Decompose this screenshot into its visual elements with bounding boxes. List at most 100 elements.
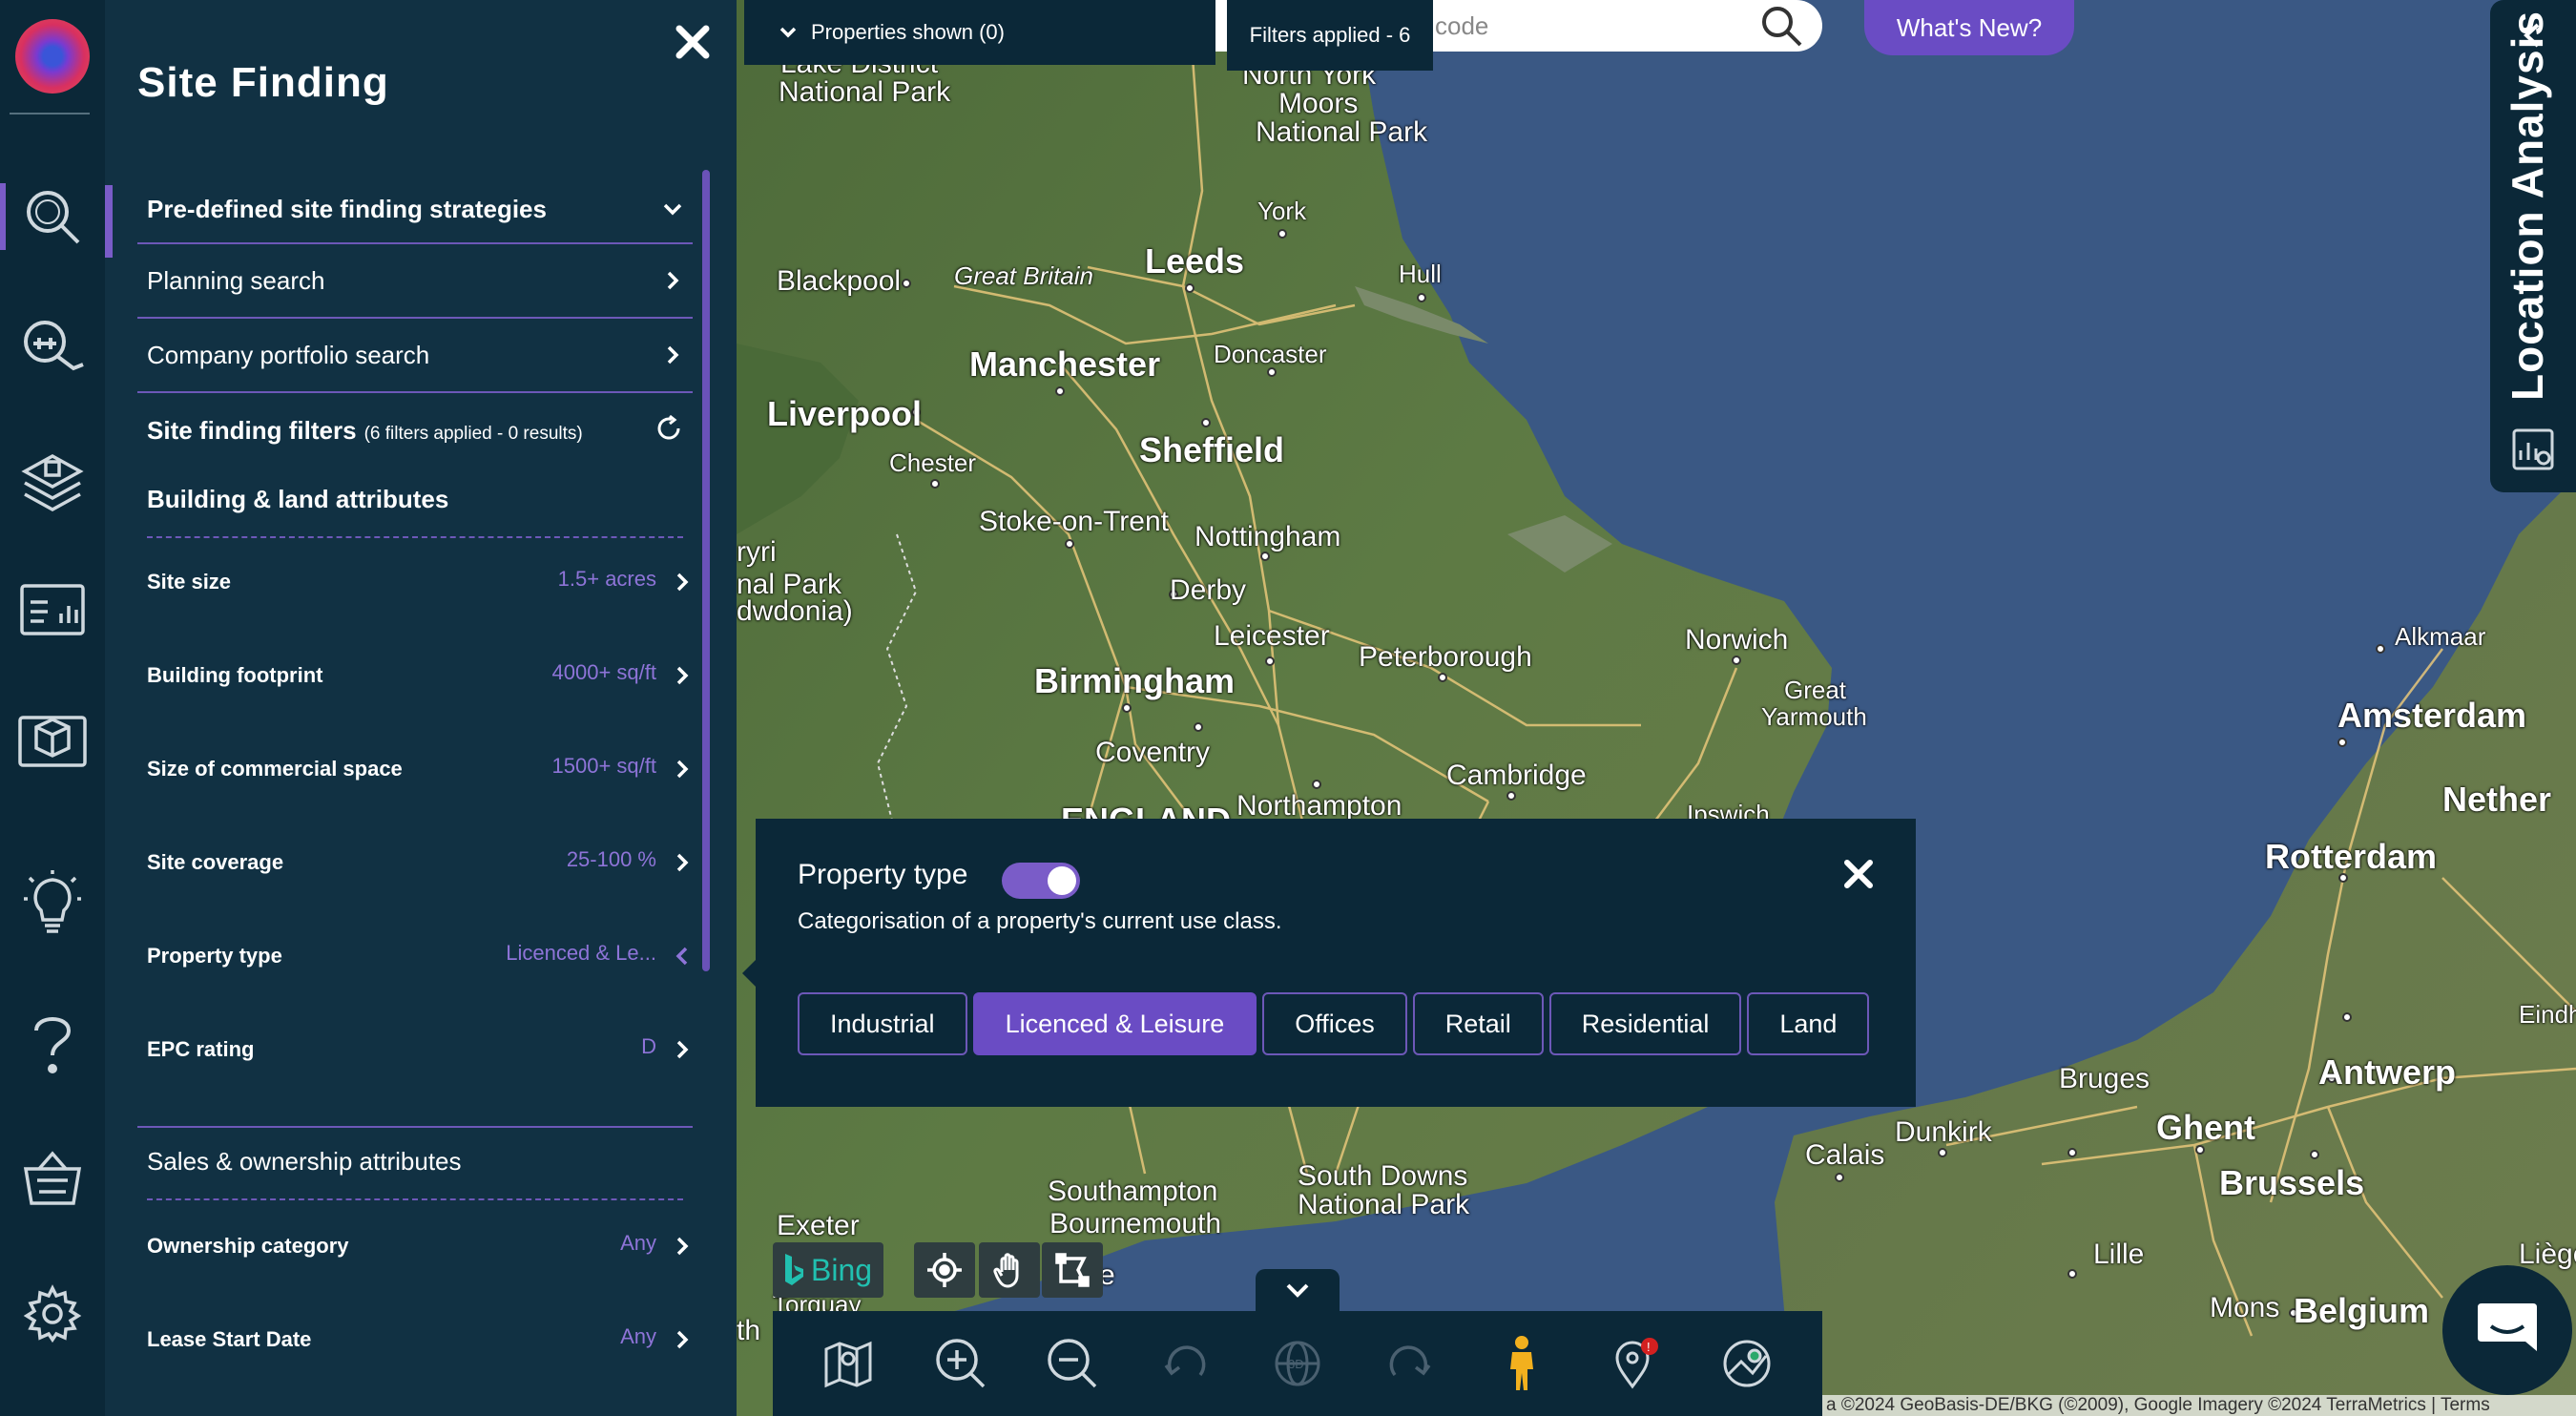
property-type-option[interactable]: Land (1747, 992, 1870, 1055)
filter-label: Size of commercial space (147, 757, 403, 781)
locate-crosshair-icon[interactable] (914, 1242, 975, 1298)
accordion-company-portfolio[interactable]: Company portfolio search (137, 319, 693, 393)
filter-row-ownership-category[interactable]: Ownership category Any (147, 1218, 693, 1275)
rail-divider (10, 113, 90, 115)
rotate-right-icon[interactable] (1372, 1325, 1448, 1402)
search-placeholder: code (1435, 10, 1489, 40)
accordion-predefined-strategies[interactable]: Pre-defined site finding strategies (137, 176, 693, 244)
filter-row-building-footprint[interactable]: Building footprint 4000+ sq/ft (147, 647, 693, 704)
street-view-pegman-icon[interactable] (1484, 1325, 1560, 1402)
accordion-label: Pre-defined site finding strategies (147, 194, 547, 223)
property-type-toggle[interactable] (1002, 863, 1080, 899)
panel-title: Site Finding (137, 59, 389, 106)
svg-text:3D: 3D (1288, 1357, 1304, 1371)
filter-label: Building footprint (147, 663, 323, 687)
close-panel-icon[interactable] (672, 21, 714, 63)
chevron-right-icon (667, 345, 679, 364)
site-finding-panel: Site Finding Pre-defined site finding st… (105, 0, 737, 1416)
sales-section-title: Sales & ownership attributes (147, 1147, 462, 1176)
chevron-right-icon (676, 1040, 689, 1059)
chevron-right-icon (676, 853, 689, 872)
property-type-option[interactable]: Licenced & Leisure (972, 992, 1257, 1055)
section-divider (137, 1126, 693, 1128)
app-rail (0, 0, 105, 1416)
location-analysis-tab[interactable]: Location Analysis (2490, 0, 2576, 492)
settings-gear-icon[interactable] (13, 1275, 92, 1353)
filter-label: Ownership category (147, 1234, 349, 1258)
filter-label: Site size (147, 570, 232, 593)
chevron-right-icon (676, 666, 689, 685)
close-popup-icon[interactable] (1843, 859, 1874, 894)
chat-bubble-icon (2478, 1303, 2537, 1351)
building-layers-icon[interactable] (13, 443, 92, 521)
property-type-option[interactable]: Offices (1262, 992, 1407, 1055)
filter-row-site-size[interactable]: Site size 1.5+ acres (147, 553, 693, 611)
zoom-in-icon[interactable] (923, 1325, 999, 1402)
whats-new-button[interactable]: What's New? (1864, 0, 2074, 55)
report-dashboard-icon[interactable] (13, 571, 92, 649)
pan-hand-icon[interactable] (979, 1242, 1040, 1298)
accordion-planning-search[interactable]: Planning search (137, 244, 693, 319)
active-accordion-marker (105, 185, 113, 258)
filter-value: D (641, 1034, 656, 1058)
filters-heading-label: Site finding filters (147, 416, 357, 445)
measure-search-icon[interactable] (13, 307, 92, 385)
svg-text:!: ! (1647, 1340, 1651, 1354)
refresh-icon[interactable] (654, 414, 683, 448)
popup-pointer (742, 960, 756, 987)
popup-title: Property type (798, 859, 968, 890)
chevron-right-icon (667, 271, 679, 290)
filter-label: Property type (147, 944, 282, 968)
app-logo[interactable] (15, 19, 90, 94)
filter-value: 1500+ sq/ft (551, 754, 656, 778)
filter-value: 25-100 % (566, 847, 656, 871)
chevron-right-icon (676, 1330, 689, 1349)
bing-label: Bing (811, 1252, 873, 1287)
property-type-popup: Property type Categorisation of a proper… (742, 819, 1916, 1107)
chevron-right-icon (676, 760, 689, 779)
accordion-label: Company portfolio search (147, 340, 430, 369)
bing-logo-icon (785, 1254, 803, 1285)
filter-label: Lease Start Date (147, 1327, 312, 1351)
satellite-layer-icon[interactable] (1709, 1325, 1785, 1402)
rotate-left-icon[interactable] (1147, 1325, 1223, 1402)
bing-layer-button[interactable]: Bing (773, 1242, 883, 1298)
site-finding-search-icon[interactable] (0, 177, 92, 256)
filter-label: EPC rating (147, 1037, 255, 1061)
filters-applied-label: Filters applied - 6 (1249, 23, 1411, 47)
filters-heading: Site finding filters (6 filters applied -… (147, 416, 583, 446)
property-box-icon[interactable] (13, 700, 92, 779)
properties-shown-label: Properties shown (0) (811, 20, 1005, 44)
chevron-right-icon (676, 573, 689, 592)
properties-shown-toggle[interactable]: Properties shown (0) (744, 0, 1215, 65)
building-section-title: Building & land attributes (147, 485, 449, 513)
help-icon[interactable] (13, 1006, 92, 1084)
section-divider (147, 536, 683, 538)
basket-icon[interactable] (13, 1139, 92, 1218)
draw-polygon-icon[interactable] (1042, 1242, 1103, 1298)
chat-support-button[interactable] (2442, 1265, 2572, 1395)
section-divider (147, 1198, 683, 1200)
search-icon[interactable] (1759, 4, 1803, 54)
filter-row-size-of-commercial-space[interactable]: Size of commercial space 1500+ sq/ft (147, 740, 693, 798)
filters-applied-badge[interactable]: Filters applied - 6 (1227, 0, 1433, 71)
filter-row-lease-start-date[interactable]: Lease Start Date Any (147, 1311, 693, 1368)
filter-row-site-coverage[interactable]: Site coverage 25-100 % (147, 834, 693, 891)
lightbulb-icon[interactable] (13, 863, 92, 941)
filter-label: Site coverage (147, 850, 284, 874)
panel-scrollbar[interactable] (702, 170, 710, 971)
property-type-options: Industrial Licenced & Leisure Offices Retai… (798, 992, 1870, 1055)
filter-row-epc-rating[interactable]: EPC rating D (147, 1021, 693, 1078)
map-layers-icon[interactable] (810, 1325, 886, 1402)
property-type-option[interactable]: Retail (1412, 992, 1544, 1055)
globe-3d-icon[interactable]: 3D (1259, 1325, 1336, 1402)
pin-alert-icon[interactable]: ! (1596, 1325, 1672, 1402)
property-type-option[interactable]: Industrial (798, 992, 967, 1055)
toolbar-collapse-button[interactable] (1256, 1269, 1340, 1311)
analysis-chart-icon[interactable] (2511, 427, 2555, 476)
map-attribution: a ©2024 GeoBasis-DE/BKG (©2009), Google … (1822, 1395, 2576, 1416)
zoom-out-icon[interactable] (1034, 1325, 1111, 1402)
property-type-option[interactable]: Residential (1548, 992, 1742, 1055)
filter-row-property-type[interactable]: Property type Licenced & Le... (147, 927, 693, 985)
chevron-down-icon (663, 203, 682, 216)
